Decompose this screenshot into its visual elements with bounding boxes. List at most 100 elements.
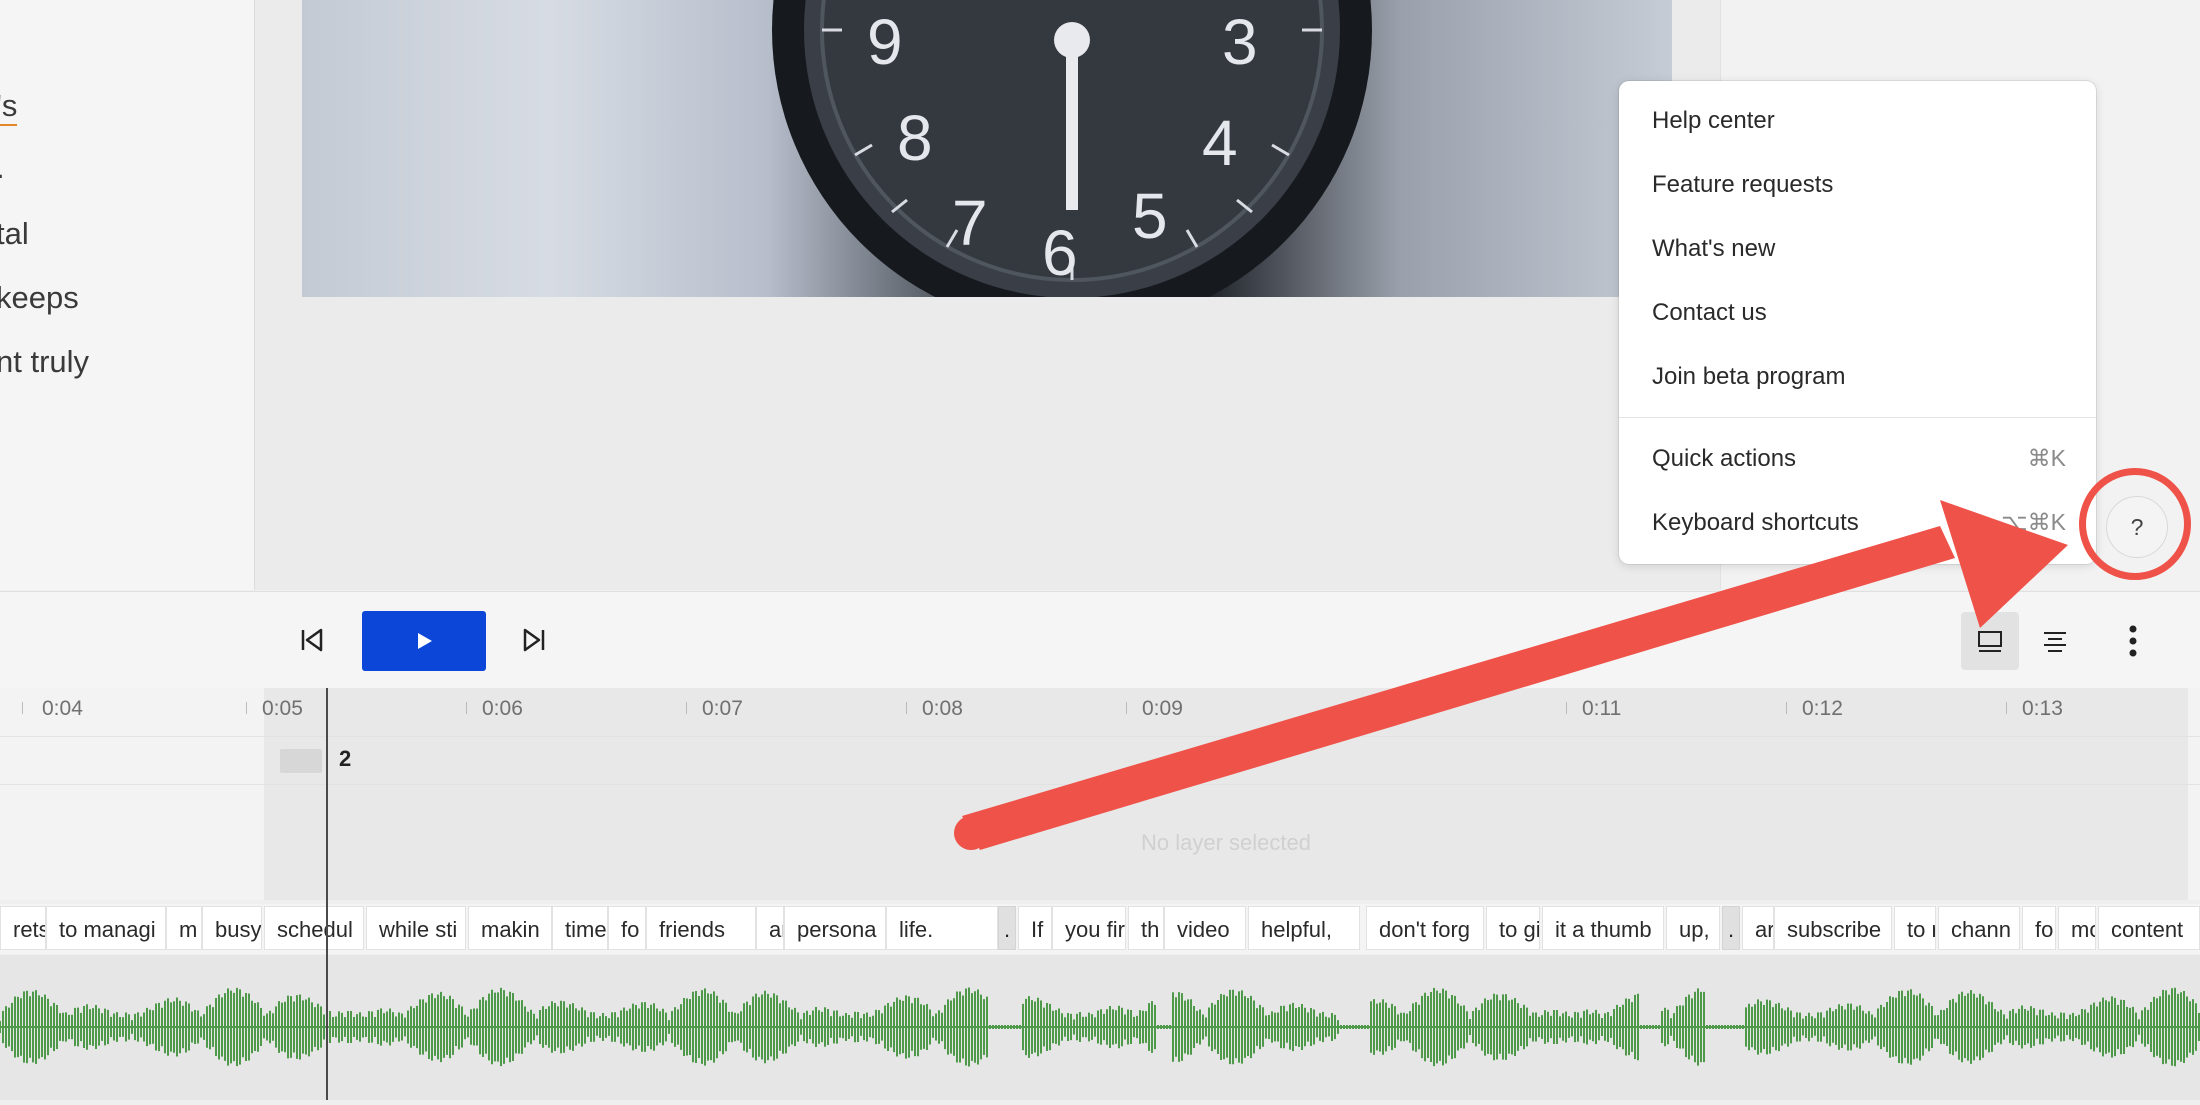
skip-forward-icon xyxy=(523,628,545,652)
tick-label: 0:09 xyxy=(1142,697,1183,720)
word-chip[interactable]: If xyxy=(1018,906,1052,950)
skip-back-button[interactable] xyxy=(290,618,334,662)
video-preview[interactable]: 9 3 8 4 7 6 5 xyxy=(302,0,1672,297)
word-chip[interactable]: don't forg xyxy=(1366,906,1484,950)
word-chip[interactable]: to gi xyxy=(1486,906,1540,950)
tick-label: 0:11 xyxy=(1582,697,1622,720)
tick-mark xyxy=(466,702,467,714)
tick-mark xyxy=(2006,702,2007,714)
menu-divider xyxy=(1619,417,2096,418)
play-button[interactable] xyxy=(362,611,486,671)
scene-track: 2 xyxy=(0,737,2200,785)
word-chip[interactable]: friends xyxy=(646,906,756,950)
script-line[interactable]: tal xyxy=(0,216,29,252)
help-button[interactable]: ? xyxy=(2106,496,2168,558)
word-chip[interactable]: time xyxy=(552,906,608,950)
word-chip[interactable]: mo xyxy=(2058,906,2096,950)
word-chip[interactable]: persona xyxy=(784,906,886,950)
more-vertical-icon xyxy=(2129,625,2137,657)
playback-bar xyxy=(0,591,2200,688)
word-chip[interactable]: helpful, xyxy=(1248,906,1360,950)
word-chip[interactable]: ar xyxy=(1742,906,1774,950)
tick-label: 0:12 xyxy=(1802,697,1843,720)
menu-item-quick-actions[interactable]: Quick actions xyxy=(1652,445,1796,473)
word-chip[interactable]: makin xyxy=(468,906,552,950)
script-line[interactable]: 's xyxy=(0,88,18,126)
word-chip[interactable]: schedul xyxy=(264,906,364,950)
more-options-button[interactable] xyxy=(2104,612,2162,670)
tick-mark xyxy=(1566,702,1567,714)
menu-item-feature-requests[interactable]: Feature requests xyxy=(1652,171,1833,199)
audio-waveform xyxy=(0,987,2200,1067)
layout-icon xyxy=(1978,631,2002,652)
word-chip[interactable]: . xyxy=(998,906,1016,950)
word-chip[interactable]: life. xyxy=(886,906,998,950)
word-chip[interactable]: fo xyxy=(2022,906,2056,950)
scene-thumbnail xyxy=(280,749,322,773)
tick-mark xyxy=(1126,702,1127,714)
tick-label: 0:07 xyxy=(702,697,743,720)
waveform-track[interactable] xyxy=(0,955,2200,1100)
layer-block[interactable]: No layer selected xyxy=(264,785,2188,900)
word-chip[interactable]: subscribe xyxy=(1774,906,1892,950)
layout-button[interactable] xyxy=(1961,612,2019,670)
menu-item-join-beta[interactable]: Join beta program xyxy=(1652,363,1845,391)
svg-text:7: 7 xyxy=(952,187,988,259)
scene-number: 2 xyxy=(339,746,352,771)
tick-mark xyxy=(686,702,687,714)
word-chip[interactable]: to managi xyxy=(46,906,166,950)
tick-mark xyxy=(246,702,247,714)
word-chip[interactable]: ar xyxy=(756,906,784,950)
transcript-words-track: retsto managimbusyschedulwhile stimakint… xyxy=(0,904,2200,954)
clock-image: 9 3 8 4 7 6 5 xyxy=(772,0,1372,297)
word-chip[interactable]: th xyxy=(1128,906,1164,950)
word-chip[interactable]: chann xyxy=(1938,906,2020,950)
script-line[interactable]: . xyxy=(0,150,5,186)
word-chip[interactable]: up, xyxy=(1666,906,1720,950)
svg-text:6: 6 xyxy=(1042,217,1078,289)
menu-item-keyboard-shortcuts[interactable]: Keyboard shortcuts xyxy=(1652,509,1859,537)
skip-forward-button[interactable] xyxy=(512,618,556,662)
menu-item-contact-us[interactable]: Contact us xyxy=(1652,299,1767,327)
keyboard-shortcuts-shortcut: ⌥⌘K xyxy=(2001,509,2066,535)
align-center-icon xyxy=(2044,632,2066,652)
word-chip[interactable]: you fir xyxy=(1052,906,1126,950)
play-icon xyxy=(418,633,432,649)
tick-mark xyxy=(906,702,907,714)
word-chip[interactable]: rets xyxy=(0,906,46,950)
word-chip[interactable]: content xyxy=(2098,906,2200,950)
tick-label: 0:13 xyxy=(2022,697,2063,720)
align-button[interactable] xyxy=(2026,612,2084,670)
word-chip[interactable]: fo xyxy=(608,906,646,950)
word-chip[interactable]: it a thumb xyxy=(1542,906,1664,950)
tick-mark xyxy=(1786,702,1787,714)
timeline-ruler[interactable]: 0:04 0:05 0:06 0:07 0:08 0:09 0:11 0:12 … xyxy=(0,688,2200,737)
skip-back-icon xyxy=(301,628,323,652)
tick-mark xyxy=(22,702,23,714)
word-chip[interactable]: m xyxy=(166,906,202,950)
scene-block[interactable]: 2 xyxy=(264,737,2188,784)
playhead[interactable] xyxy=(326,688,328,1100)
svg-text:8: 8 xyxy=(897,102,933,174)
tick-label: 0:08 xyxy=(922,697,963,720)
svg-text:3: 3 xyxy=(1222,6,1258,78)
ruler-selection xyxy=(264,688,2188,736)
script-line[interactable]: keeps xyxy=(0,280,79,316)
layer-track: No layer selected xyxy=(0,785,2200,900)
script-line[interactable]: nt truly xyxy=(0,344,89,380)
help-menu: Help center Feature requests What's new … xyxy=(1619,81,2096,564)
word-chip[interactable]: video xyxy=(1164,906,1246,950)
menu-item-whats-new[interactable]: What's new xyxy=(1652,235,1775,263)
word-chip[interactable]: to r xyxy=(1894,906,1936,950)
menu-item-help-center[interactable]: Help center xyxy=(1652,107,1775,135)
tick-label: 0:04 xyxy=(42,697,83,720)
word-chip[interactable]: . xyxy=(1722,906,1740,950)
tick-label: 0:05 xyxy=(262,697,303,720)
script-panel: 's . tal keeps nt truly xyxy=(0,0,255,590)
svg-text:5: 5 xyxy=(1132,180,1168,252)
tick-mark xyxy=(1346,702,1347,714)
tick-label: 0:06 xyxy=(482,697,523,720)
word-chip[interactable]: busy xyxy=(202,906,262,950)
word-chip[interactable]: while sti xyxy=(366,906,466,950)
layer-placeholder: No layer selected xyxy=(1141,830,1311,855)
